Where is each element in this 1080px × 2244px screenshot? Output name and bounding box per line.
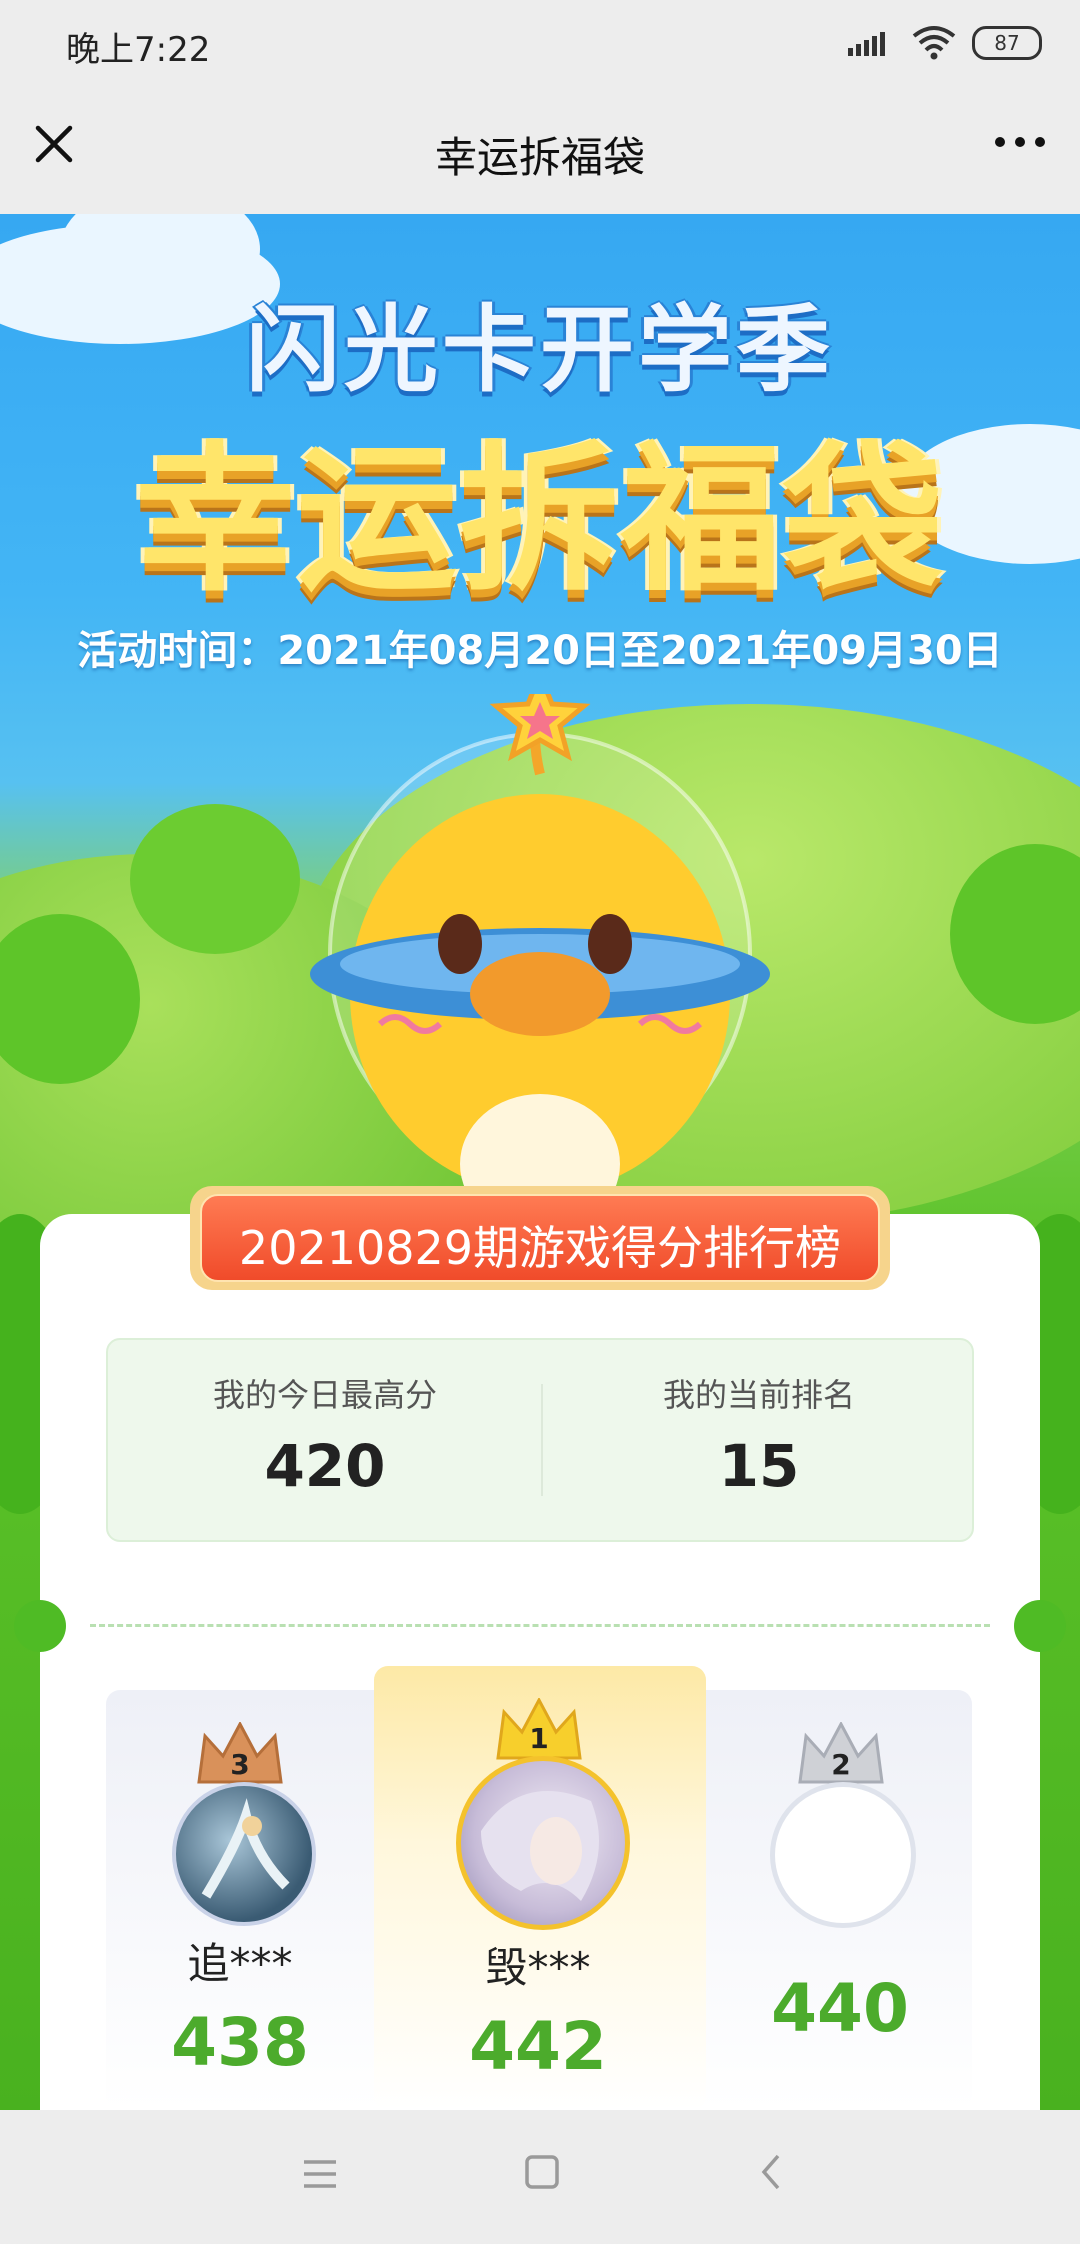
card-notch-right: [1014, 1600, 1066, 1652]
avatar: [456, 1756, 630, 1930]
avatar: [172, 1782, 316, 1926]
wifi-icon: [912, 24, 956, 64]
back-icon[interactable]: [752, 2152, 792, 2196]
player-name: 毁***: [485, 1943, 591, 1992]
my-best-score: 我的今日最高分 420: [108, 1370, 542, 1500]
card-notch-left: [14, 1600, 66, 1652]
duck-mascot-illustration: [310, 694, 770, 1234]
player-score: 438: [171, 2004, 309, 2081]
avatar: [770, 1782, 916, 1928]
dashed-divider: [90, 1624, 990, 1627]
more-icon[interactable]: [990, 122, 1050, 162]
leaderboard-title: 20210829期游戏得分排行榜: [238, 1221, 842, 1275]
rank-number: 2: [831, 1748, 851, 1781]
my-best-value: 420: [264, 1432, 386, 1500]
player-score: 440: [771, 1970, 909, 2047]
player-score: 442: [469, 2008, 607, 2085]
player-name: 追***: [187, 1939, 293, 1988]
top-nav-bar: 幸运拆福袋: [0, 88, 1080, 214]
banner-headline: 幸运拆福袋: [134, 426, 945, 613]
home-icon[interactable]: [522, 2152, 562, 2196]
rank-number: 3: [230, 1748, 250, 1781]
my-best-label: 我的今日最高分: [212, 1376, 437, 1414]
signal-icon: [848, 30, 892, 62]
status-time: 晚上7:22: [66, 30, 211, 70]
my-rank-value: 15: [718, 1432, 800, 1500]
page-title: 幸运拆福袋: [434, 133, 645, 182]
my-rank: 我的当前排名 15: [542, 1370, 976, 1500]
menu-icon[interactable]: [300, 2154, 340, 2198]
status-bar: 晚上7:22 87: [0, 0, 1080, 88]
rank-number: 1: [529, 1722, 549, 1755]
event-dates: 活动时间：2021年08月20日至2021年09月30日: [77, 628, 1003, 674]
my-rank-label: 我的当前排名: [662, 1376, 855, 1414]
system-nav-bar: [0, 2110, 1080, 2244]
my-stats-panel: 我的今日最高分 420 我的当前排名 15: [106, 1338, 974, 1542]
battery-icon: 87: [972, 26, 1042, 60]
